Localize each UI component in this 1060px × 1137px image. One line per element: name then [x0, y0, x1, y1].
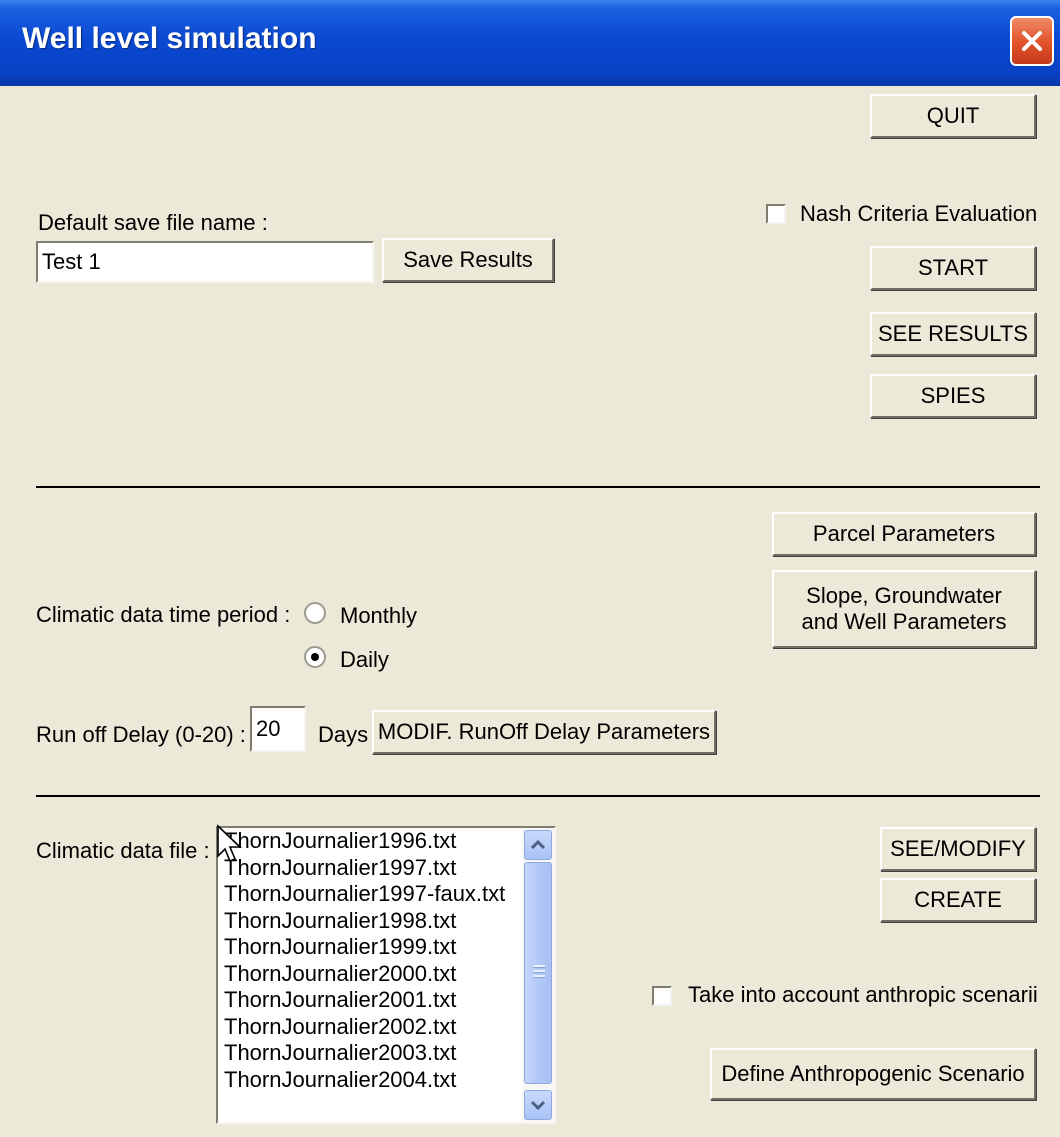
- window-title: Well level simulation: [22, 22, 317, 55]
- save-file-input[interactable]: [36, 241, 374, 283]
- see-results-button[interactable]: SEE RESULTS: [870, 312, 1036, 356]
- close-button[interactable]: [1010, 16, 1054, 66]
- runoff-days-label: Days: [318, 722, 369, 747]
- radio-monthly-label: Monthly: [340, 603, 418, 628]
- list-item[interactable]: ThornJournalier1996.txt: [224, 828, 524, 855]
- quit-button[interactable]: QUIT: [870, 94, 1036, 138]
- scroll-up-button[interactable]: [524, 830, 552, 860]
- radio-selected-dot: [311, 653, 319, 661]
- spies-button[interactable]: SPIES: [870, 374, 1036, 418]
- runoff-delay-label: Run off Delay (0-20) :: [36, 722, 246, 747]
- thumb-grip: [533, 970, 545, 973]
- save-results-button[interactable]: Save Results: [382, 238, 554, 282]
- list-item[interactable]: ThornJournalier1998.txt: [224, 908, 524, 935]
- separator-top: [36, 486, 1040, 488]
- list-item[interactable]: ThornJournalier2004.txt: [224, 1067, 524, 1094]
- thumb-grip: [533, 965, 545, 968]
- well-level-simulation-window: Well level simulation QUIT Default save …: [0, 0, 1060, 1137]
- separator-bottom: [36, 795, 1040, 797]
- mouse-cursor-icon: [217, 824, 242, 863]
- close-icon: [1022, 31, 1042, 51]
- scroll-up-icon: [530, 839, 546, 850]
- list-item[interactable]: ThornJournalier2003.txt: [224, 1040, 524, 1067]
- modif-runoff-delay-button[interactable]: MODIF. RunOff Delay Parameters: [372, 710, 716, 754]
- radio-monthly[interactable]: [304, 602, 326, 624]
- client-area: QUIT Default save file name : Save Resul…: [10, 86, 1050, 1137]
- list-item[interactable]: ThornJournalier2000.txt: [224, 961, 524, 988]
- create-button[interactable]: CREATE: [880, 878, 1036, 922]
- list-item[interactable]: ThornJournalier1997.txt: [224, 855, 524, 882]
- save-file-label: Default save file name :: [38, 210, 268, 235]
- radio-daily-label: Daily: [340, 647, 389, 672]
- list-scrollbar[interactable]: [522, 828, 554, 1122]
- anthropic-scenarii-checkbox[interactable]: [652, 986, 672, 1006]
- nash-criteria-checkbox[interactable]: [766, 204, 786, 224]
- climatic-period-label: Climatic data time period :: [36, 602, 291, 627]
- thumb-grip: [533, 975, 545, 978]
- nash-criteria-label: Nash Criteria Evaluation: [800, 201, 1038, 226]
- anthropic-scenarii-label: Take into account anthropic scenarii: [688, 982, 1038, 1007]
- list-item[interactable]: ThornJournalier2001.txt: [224, 987, 524, 1014]
- list-item[interactable]: ThornJournalier1997-faux.txt: [224, 881, 524, 908]
- scroll-down-icon: [530, 1100, 546, 1111]
- parcel-parameters-button[interactable]: Parcel Parameters: [772, 512, 1036, 556]
- climatic-file-label: Climatic data file :: [36, 838, 210, 863]
- climatic-file-items: ThornJournalier1996.txt ThornJournalier1…: [224, 828, 524, 1093]
- see-modify-button[interactable]: SEE/MODIFY: [880, 827, 1036, 871]
- scroll-down-button[interactable]: [524, 1090, 552, 1120]
- scroll-thumb[interactable]: [524, 862, 552, 1084]
- define-anthropogenic-scenario-button[interactable]: Define Anthropogenic Scenario: [710, 1048, 1036, 1100]
- start-button[interactable]: START: [870, 246, 1036, 290]
- radio-daily[interactable]: [304, 646, 326, 668]
- runoff-delay-input[interactable]: [250, 706, 306, 752]
- title-bar[interactable]: Well level simulation: [0, 0, 1060, 86]
- list-item[interactable]: ThornJournalier2002.txt: [224, 1014, 524, 1041]
- climatic-file-list[interactable]: ThornJournalier1996.txt ThornJournalier1…: [216, 826, 556, 1124]
- list-item[interactable]: ThornJournalier1999.txt: [224, 934, 524, 961]
- slope-groundwater-well-parameters-button[interactable]: Slope, Groundwater and Well Parameters: [772, 570, 1036, 648]
